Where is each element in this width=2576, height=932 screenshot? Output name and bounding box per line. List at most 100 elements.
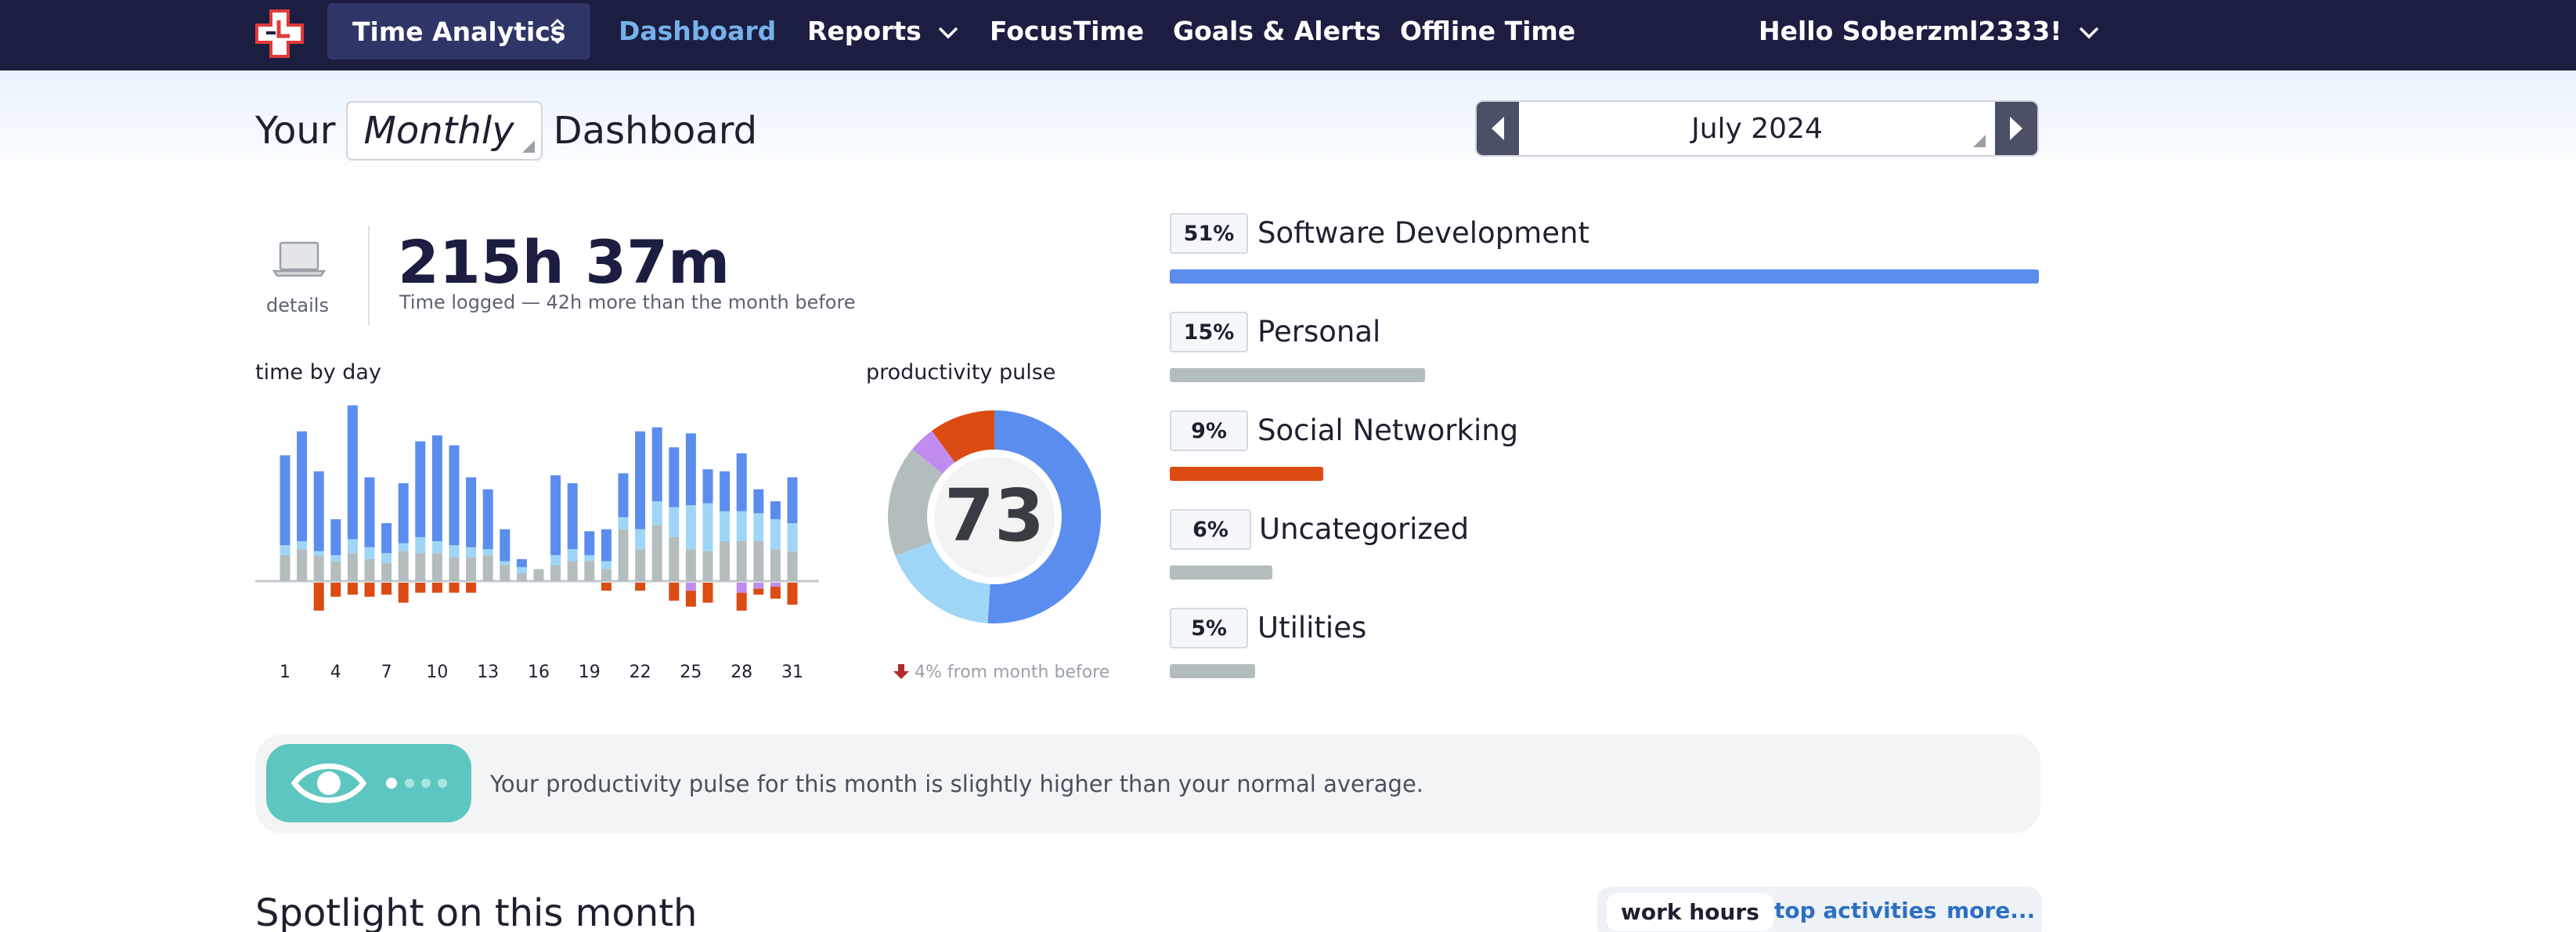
bar-very-productive-day-13 (482, 489, 493, 550)
productivity-pulse-score: 73 (943, 474, 1045, 558)
category-name: Software Development (1257, 216, 1589, 250)
bar-neutral-day-1 (280, 555, 290, 581)
x-tick-label: 1 (280, 663, 290, 682)
bar-productive-day-8 (398, 543, 409, 551)
nav-link-reports-label: Reports (807, 16, 922, 46)
bar-productive-day-24 (669, 507, 680, 537)
category-percent: 15% (1170, 312, 1248, 352)
bar-neutral-day-10 (431, 553, 442, 581)
bar-very-distracting-day-26 (702, 583, 713, 603)
nav-link-reports[interactable]: Reports (807, 16, 958, 46)
details-link[interactable]: details (266, 294, 329, 316)
eye-icon (290, 763, 367, 804)
bar-very-productive-day-30 (770, 501, 781, 519)
next-month-button[interactable] (1995, 102, 2037, 155)
spotlight-tabs: work hours top activities more... (1597, 887, 2042, 932)
previous-month-button[interactable] (1477, 102, 1519, 155)
bar-very-productive-day-2 (297, 431, 308, 541)
period-select-value: Monthly (363, 109, 514, 153)
bar-productive-day-3 (313, 551, 324, 555)
category-bar (1170, 467, 1323, 481)
product-switcher[interactable]: Time Analytics (327, 3, 590, 60)
bar-neutral-day-29 (753, 541, 764, 581)
bar-very-productive-day-14 (500, 529, 511, 562)
bar-very-productive-day-23 (651, 427, 662, 501)
top-navigation-bar: Time Analytics Dashboard Reports FocusTi… (0, 0, 2576, 70)
bar-neutral-day-25 (685, 549, 696, 581)
bar-neutral-day-27 (720, 541, 731, 581)
category-row[interactable]: 9% Social Networking (1170, 410, 2040, 489)
bar-neutral-day-17 (550, 565, 561, 581)
month-picker: July 2024 (1475, 100, 2039, 157)
bar-very-distracting-day-22 (635, 583, 646, 591)
nav-link-offline-time[interactable]: Offline Time (1400, 16, 1575, 46)
category-name: Personal (1257, 315, 1381, 349)
bar-productive-day-23 (651, 501, 662, 526)
bar-neutral-day-28 (736, 541, 747, 581)
total-time-logged: 215h 37m (398, 227, 731, 297)
total-time-caption: Time logged — 42h more than the month be… (399, 291, 856, 313)
pulse-change: 4% from month before (893, 663, 1109, 682)
category-bar (1170, 664, 1255, 678)
bar-very-productive-day-8 (398, 483, 409, 544)
chevron-down-icon (2079, 27, 2099, 38)
category-row[interactable]: 5% Utilities (1170, 608, 2040, 686)
tab-more[interactable]: more... (1946, 898, 2035, 923)
chevron-up-down-icon (550, 18, 565, 45)
bar-productive-day-15 (516, 567, 527, 573)
rescuetime-logo[interactable] (255, 9, 304, 58)
bar-very-distracting-day-8 (398, 583, 409, 603)
dashboard-title: Your Monthly Dashboard (255, 100, 757, 161)
bar-very-productive-day-31 (787, 477, 798, 524)
bar-very-productive-day-4 (330, 518, 341, 555)
month-select-value: July 2024 (1691, 112, 1823, 145)
category-name: Uncategorized (1259, 512, 1470, 546)
bar-neutral-day-4 (330, 561, 341, 581)
x-tick-label: 28 (731, 663, 753, 682)
bar-productive-day-21 (618, 517, 629, 529)
insight-carousel[interactable] (266, 744, 471, 822)
bar-neutral-day-9 (415, 553, 426, 581)
bar-very-distracting-day-5 (347, 583, 358, 595)
x-tick-label: 31 (781, 663, 803, 682)
user-greeting: Hello Soberzml2333! (1759, 16, 2062, 46)
bar-neutral-day-22 (635, 549, 646, 581)
user-menu[interactable]: Hello Soberzml2333! (1759, 16, 2099, 46)
bar-very-productive-day-3 (313, 471, 324, 551)
category-row[interactable]: 15% Personal (1170, 312, 2040, 390)
bar-very-productive-day-27 (720, 471, 731, 511)
bar-neutral-day-26 (702, 551, 713, 581)
bar-very-distracting-day-25 (685, 591, 696, 607)
category-row[interactable]: 6% Uncategorized (1170, 509, 2040, 587)
time-by-day-chart (255, 405, 819, 611)
bar-neutral-day-30 (770, 549, 781, 581)
category-row[interactable]: 51% Software Development (1170, 213, 2040, 291)
nav-link-goals-alerts[interactable]: Goals & Alerts (1173, 16, 1381, 46)
nav-link-dashboard[interactable]: Dashboard (619, 16, 776, 46)
bar-very-distracting-day-24 (669, 583, 680, 601)
bar-productive-day-30 (770, 518, 781, 550)
tab-work-hours[interactable]: work hours (1607, 893, 1773, 931)
bar-very-productive-day-26 (702, 469, 713, 504)
x-tick-label: 4 (330, 663, 341, 682)
summary-divider (368, 226, 370, 326)
bar-neutral-day-6 (364, 558, 375, 581)
period-select[interactable]: Monthly (346, 101, 543, 161)
month-select[interactable]: July 2024 (1519, 102, 1995, 155)
laptop-icon[interactable] (271, 240, 327, 279)
bar-very-productive-day-1 (280, 455, 290, 546)
nav-link-focustime[interactable]: FocusTime (990, 16, 1144, 46)
category-bar (1170, 565, 1272, 580)
bar-very-distracting-day-4 (330, 583, 341, 597)
tab-top-activities[interactable]: top activities (1774, 898, 1936, 923)
bar-very-distracting-day-28 (736, 592, 747, 611)
bar-neutral-day-2 (297, 549, 308, 581)
bar-very-productive-day-17 (550, 475, 561, 555)
bar-very-productive-day-18 (567, 483, 578, 550)
x-tick-label: 19 (578, 663, 601, 682)
bar-neutral-day-24 (669, 536, 680, 581)
bar-very-productive-day-11 (449, 445, 460, 546)
bar-productive-day-28 (736, 511, 747, 541)
dropdown-corner-icon (1973, 135, 1986, 147)
bar-neutral-day-21 (618, 529, 629, 581)
